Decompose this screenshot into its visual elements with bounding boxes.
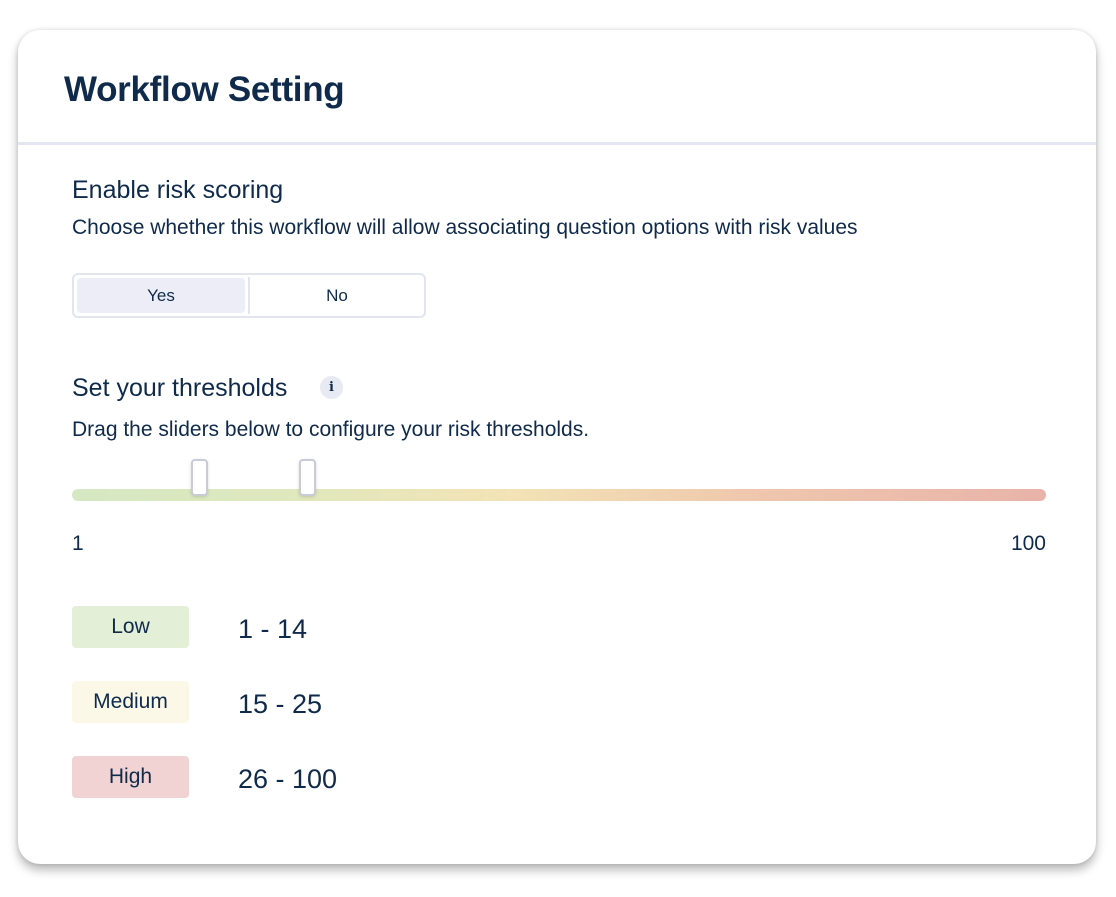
low-badge: Low xyxy=(72,606,189,648)
slider-handle-low[interactable] xyxy=(190,459,208,496)
thresholds-title: Set your thresholds xyxy=(72,374,288,402)
low-range-value: 1 - 14 xyxy=(238,614,308,644)
card-title: Workflow Setting xyxy=(64,70,345,109)
risk-scoring-toggle: Yes No xyxy=(72,273,426,318)
medium-range-value: 15 - 25 xyxy=(238,689,323,719)
info-icon[interactable]: i xyxy=(320,376,343,399)
high-range-value: 26 - 100 xyxy=(238,764,338,794)
risk-scoring-description: Choose whether this workflow will allow … xyxy=(72,216,858,239)
risk-scoring-title: Enable risk scoring xyxy=(72,176,284,204)
slider-handle-medium[interactable] xyxy=(299,459,317,496)
slider-max-label: 100 xyxy=(1010,532,1046,555)
slider-min-label: 1 xyxy=(72,532,84,555)
workflow-setting-card: Workflow Setting Enable risk scoring Cho… xyxy=(18,30,1096,864)
slider-track[interactable] xyxy=(72,489,1046,501)
thresholds-description: Drag the sliders below to configure your… xyxy=(72,418,590,441)
toggle-yes-button[interactable]: Yes xyxy=(77,278,245,313)
card-header: Workflow Setting xyxy=(18,30,1096,145)
toggle-no-button[interactable]: No xyxy=(253,278,421,313)
threshold-slider xyxy=(72,459,1046,508)
high-badge: High xyxy=(72,756,189,798)
toggle-divider xyxy=(248,277,250,314)
medium-badge: Medium xyxy=(72,681,189,723)
